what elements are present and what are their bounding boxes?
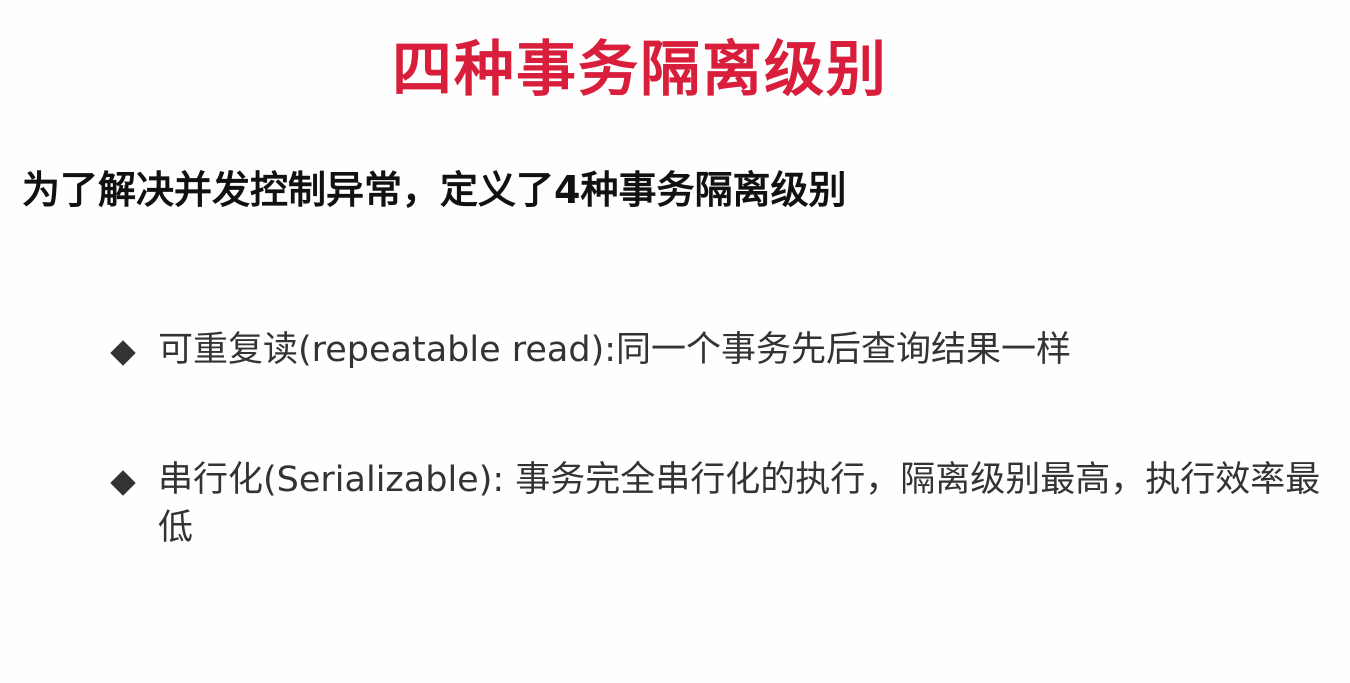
bullet-text: 可重复读(repeatable read):同一个事务先后查询结果一样: [158, 330, 1072, 370]
bullet-text: 串行化(Serializable): 事务完全串行化的执行，隔离级别最高，执行效…: [158, 460, 1321, 548]
diamond-bullet-icon: [110, 470, 136, 496]
slide-title: 四种事务隔离级别: [392, 35, 888, 105]
slide: 四种事务隔离级别 为了解决并发控制异常，定义了4种事务隔离级别 可重复读(rep…: [0, 0, 1350, 683]
diamond-bullet-icon: [110, 340, 136, 366]
slide-subtitle: 为了解决并发控制异常，定义了4种事务隔离级别: [22, 168, 847, 212]
